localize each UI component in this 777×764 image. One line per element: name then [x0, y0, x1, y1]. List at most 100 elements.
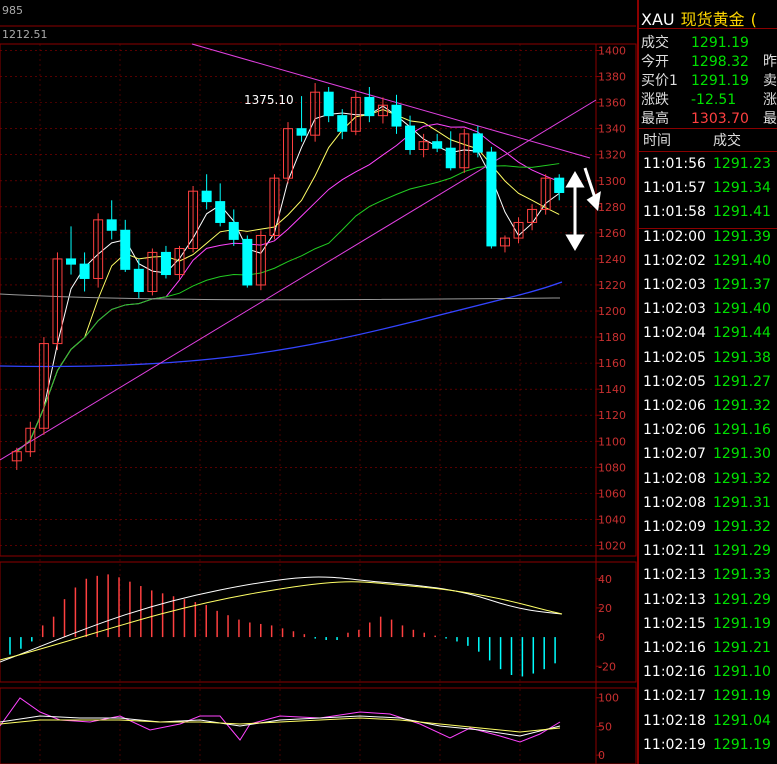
tick-row[interactable]: 11:02:03 1291.40 [643, 301, 775, 317]
tick-time: 11:02:15 [643, 615, 706, 632]
candle-body [432, 141, 443, 149]
tick-row[interactable]: 11:01:58 1291.41 [643, 204, 775, 220]
tick-time: 11:01:56 [643, 156, 706, 172]
tick-row[interactable]: 11:02:04 1291.44 [643, 325, 775, 341]
tick-price: 1291.39 [713, 228, 771, 245]
quote-label: 最高 [641, 111, 669, 127]
tick-row[interactable]: 11:02:05 1291.38 [643, 350, 775, 366]
price-tick-label: 1300 [598, 175, 626, 188]
tick-row[interactable]: 11:02:11 1291.29 [643, 543, 775, 559]
tick-time: 11:02:06 [643, 422, 706, 439]
tick-row[interactable]: 11:02:06 1291.16 [643, 422, 775, 438]
quote-label: 买价1 [641, 73, 678, 89]
tick-price: 1291.19 [713, 615, 771, 632]
macd-tick-label: 0 [598, 631, 605, 644]
tick-price: 1291.29 [713, 591, 771, 608]
tick-row[interactable]: 11:02:02 1291.40 [643, 253, 775, 269]
tick-row[interactable]: 11:02:08 1291.31 [643, 495, 775, 511]
tick-time: 11:01:57 [643, 180, 706, 197]
candle-body [445, 147, 456, 169]
tick-table-header: 时间 成交 [643, 133, 741, 149]
direction-arrows-icon [565, 167, 601, 251]
quote-row: 买价1 1291.19 卖 [641, 70, 777, 90]
tick-row[interactable]: 11:02:18 1291.04 [643, 713, 775, 729]
ma-value-label: 1212.51 [2, 28, 48, 41]
price-tick-label: 1280 [598, 201, 626, 214]
instrument-name: 现货黄金 [680, 10, 745, 29]
gold-price-chart[interactable]: 1400 1380 1360 1340 1320 1300 1280 1260 1240 1220… [0, 0, 637, 764]
candle-body [215, 201, 226, 223]
quote-label: 涨跌 [641, 92, 669, 108]
tick-price: 1291.16 [713, 422, 771, 439]
tick-row[interactable]: 11:02:09 1291.32 [643, 519, 775, 535]
price-tick-label: 1040 [598, 513, 626, 526]
quote-value: 1303.70 [691, 111, 749, 127]
tick-price: 1291.41 [713, 204, 771, 221]
candle-body [242, 238, 253, 286]
tick-price: 1291.38 [713, 349, 771, 366]
candle-body [391, 104, 402, 127]
quote-label: 今开 [641, 54, 669, 70]
quote-row: 成交 1291.19 [641, 32, 763, 52]
tick-row[interactable]: 11:02:15 1291.19 [643, 616, 775, 632]
tick-time: 11:02:18 [643, 712, 706, 729]
tick-time: 11:02:05 [643, 349, 706, 366]
tick-row[interactable]: 11:02:17 1291.19 [643, 688, 775, 704]
tick-row[interactable]: 11:02:19 1291.19 [643, 737, 775, 753]
tick-price: 1291.23 [713, 156, 771, 172]
kdj-tick-label: 0 [598, 749, 605, 762]
tick-row[interactable]: 11:02:13 1291.29 [643, 592, 775, 608]
candle-body [405, 125, 416, 151]
tick-time: 11:02:17 [643, 688, 706, 705]
quote-extra-label: 涨 [763, 92, 777, 108]
tick-row[interactable]: 11:02:03 1291.37 [643, 277, 775, 293]
tick-time: 11:01:58 [643, 204, 706, 221]
tick-price: 1291.33 [713, 567, 771, 584]
candle-body [201, 190, 212, 203]
tick-price: 1291.27 [713, 373, 771, 390]
tick-time: 11:02:13 [643, 567, 706, 584]
tick-row[interactable]: 11:02:13 1291.33 [643, 567, 775, 583]
macd-dif-line [0, 576, 563, 663]
price-tick-label: 1360 [598, 97, 626, 110]
candle-body [120, 229, 131, 270]
price-tick-label: 1120 [598, 409, 626, 422]
tick-row[interactable]: 11:01:56 1291.23 [643, 156, 775, 172]
tick-row[interactable]: 11:02:16 1291.21 [643, 640, 775, 656]
tick-time: 11:02:06 [643, 398, 706, 414]
tick-price: 1291.32 [713, 398, 771, 414]
tick-row[interactable]: 11:02:07 1291.30 [643, 446, 775, 462]
tick-row[interactable]: 11:02:08 1291.32 [643, 471, 775, 487]
tick-row[interactable]: 11:01:57 1291.34 [643, 180, 775, 196]
tick-time: 11:02:19 [643, 736, 706, 753]
tick-row[interactable]: 11:02:16 1291.10 [643, 664, 775, 680]
price-tick-label: 1240 [598, 253, 626, 266]
tick-time: 11:02:04 [643, 325, 706, 342]
candle-body [228, 221, 239, 240]
candle-body [472, 133, 483, 153]
tick-row[interactable]: 11:02:00 1291.39 [643, 229, 775, 245]
kdj-tick-label: 50 [598, 720, 612, 733]
support-trendline [0, 99, 597, 461]
tick-time: 11:02:13 [643, 591, 706, 608]
tick-row[interactable]: 11:02:06 1291.32 [643, 398, 775, 414]
price-tick-label: 1320 [598, 149, 626, 162]
tick-price: 1291.30 [713, 446, 771, 463]
tick-price: 1291.29 [713, 543, 771, 560]
candle-body [133, 268, 144, 292]
candle-body [296, 128, 307, 136]
quote-value: 1291.19 [691, 35, 749, 51]
quote-value: 1298.32 [691, 54, 749, 70]
candle-body [79, 263, 90, 279]
tick-price: 1291.04 [713, 712, 771, 729]
quote-row: 涨跌 -12.51 涨 [641, 89, 777, 109]
tick-row[interactable]: 11:02:05 1291.27 [643, 374, 775, 390]
tick-time: 11:02:03 [643, 301, 706, 318]
tick-time: 11:02:05 [643, 373, 706, 390]
price-tick-label: 1080 [598, 461, 626, 474]
quote-extra-label: 昨 [763, 54, 777, 70]
macd-tick-label: 40 [598, 573, 612, 586]
moving-average-line [16, 163, 560, 453]
macd-dea-line [0, 581, 563, 661]
quote-label: 成交 [641, 35, 669, 51]
